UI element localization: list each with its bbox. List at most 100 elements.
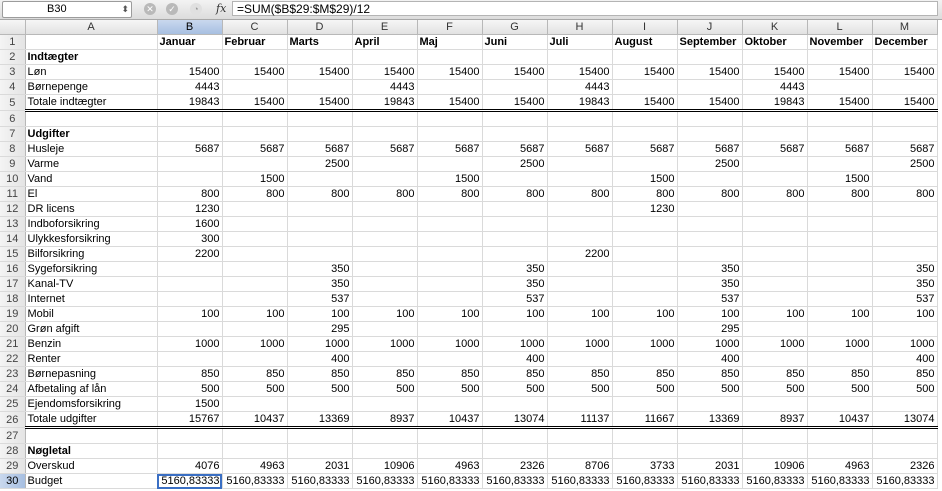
cell-f7[interactable]: [417, 126, 483, 142]
cell-c15[interactable]: [222, 246, 288, 262]
cell-g25[interactable]: [482, 396, 548, 412]
cell-a7[interactable]: Udgifter: [25, 126, 158, 142]
cell-b11[interactable]: 800: [157, 186, 223, 202]
cell-k17[interactable]: [742, 276, 808, 292]
cell-m24[interactable]: 500: [872, 381, 938, 397]
row-header[interactable]: 18: [0, 291, 26, 307]
cell-j27[interactable]: [677, 427, 743, 444]
cell-m17[interactable]: 350: [872, 276, 938, 292]
cell-b23[interactable]: 850: [157, 366, 223, 382]
cell-i19[interactable]: 100: [612, 306, 678, 322]
cell-f22[interactable]: [417, 351, 483, 367]
cell-b1[interactable]: Januar: [157, 34, 223, 50]
cell-j13[interactable]: [677, 216, 743, 232]
cell-k11[interactable]: 800: [742, 186, 808, 202]
cell-a6[interactable]: [25, 110, 158, 127]
column-header-c[interactable]: C: [222, 20, 288, 35]
cell-g10[interactable]: [482, 171, 548, 187]
cell-l25[interactable]: [807, 396, 873, 412]
cell-d14[interactable]: [287, 231, 353, 247]
cell-m6[interactable]: [872, 110, 938, 127]
cell-h26[interactable]: 11137: [547, 411, 613, 429]
cell-i15[interactable]: [612, 246, 678, 262]
row-header[interactable]: 10: [0, 171, 26, 187]
cell-h15[interactable]: 2200: [547, 246, 613, 262]
cell-g1[interactable]: Juni: [482, 34, 548, 50]
cell-l28[interactable]: [807, 443, 873, 459]
cell-j3[interactable]: 15400: [677, 64, 743, 80]
cell-j21[interactable]: 1000: [677, 336, 743, 352]
cell-h24[interactable]: 500: [547, 381, 613, 397]
row-header[interactable]: 22: [0, 351, 26, 367]
cell-l26[interactable]: 10437: [807, 411, 873, 429]
cell-l13[interactable]: [807, 216, 873, 232]
cell-e5[interactable]: 19843: [352, 94, 418, 112]
cell-j5[interactable]: 15400: [677, 94, 743, 112]
cell-j6[interactable]: [677, 110, 743, 127]
cell-i27[interactable]: [612, 427, 678, 444]
cell-m13[interactable]: [872, 216, 938, 232]
cell-c27[interactable]: [222, 427, 288, 444]
row-header[interactable]: 27: [0, 427, 26, 444]
cell-d15[interactable]: [287, 246, 353, 262]
cell-d28[interactable]: [287, 443, 353, 459]
cell-m10[interactable]: [872, 171, 938, 187]
cell-d9[interactable]: 2500: [287, 156, 353, 172]
cell-g11[interactable]: 800: [482, 186, 548, 202]
cell-a13[interactable]: Indboforsikring: [25, 216, 158, 232]
cell-k19[interactable]: 100: [742, 306, 808, 322]
cell-f25[interactable]: [417, 396, 483, 412]
cell-d22[interactable]: 400: [287, 351, 353, 367]
cell-i26[interactable]: 11667: [612, 411, 678, 429]
cell-m1[interactable]: December: [872, 34, 938, 50]
cell-k13[interactable]: [742, 216, 808, 232]
column-header-g[interactable]: G: [482, 20, 548, 35]
cell-d20[interactable]: 295: [287, 321, 353, 337]
cell-f20[interactable]: [417, 321, 483, 337]
cell-d27[interactable]: [287, 427, 353, 444]
column-header-m[interactable]: M: [872, 20, 938, 35]
cell-a11[interactable]: El: [25, 186, 158, 202]
cell-k20[interactable]: [742, 321, 808, 337]
cell-e28[interactable]: [352, 443, 418, 459]
row-header[interactable]: 9: [0, 156, 26, 172]
cell-i5[interactable]: 15400: [612, 94, 678, 112]
cell-l27[interactable]: [807, 427, 873, 444]
fx-icon[interactable]: fx: [216, 2, 226, 15]
cell-b27[interactable]: [157, 427, 223, 444]
cell-g9[interactable]: 2500: [482, 156, 548, 172]
cell-k15[interactable]: [742, 246, 808, 262]
row-header[interactable]: 21: [0, 336, 26, 352]
cell-h19[interactable]: 100: [547, 306, 613, 322]
cell-d16[interactable]: 350: [287, 261, 353, 277]
cell-j15[interactable]: [677, 246, 743, 262]
cell-e10[interactable]: [352, 171, 418, 187]
cell-c20[interactable]: [222, 321, 288, 337]
cell-b22[interactable]: [157, 351, 223, 367]
cell-k23[interactable]: 850: [742, 366, 808, 382]
cell-m5[interactable]: 15400: [872, 94, 938, 112]
cell-i11[interactable]: 800: [612, 186, 678, 202]
cell-b28[interactable]: [157, 443, 223, 459]
cell-f27[interactable]: [417, 427, 483, 444]
row-header[interactable]: 25: [0, 396, 26, 412]
cell-f4[interactable]: [417, 79, 483, 95]
cell-c26[interactable]: 10437: [222, 411, 288, 429]
cell-l7[interactable]: [807, 126, 873, 142]
cell-m21[interactable]: 1000: [872, 336, 938, 352]
cell-l23[interactable]: 850: [807, 366, 873, 382]
cell-i12[interactable]: 1230: [612, 201, 678, 217]
cell-d8[interactable]: 5687: [287, 141, 353, 157]
cell-b17[interactable]: [157, 276, 223, 292]
cell-m29[interactable]: 2326: [872, 458, 938, 474]
cell-m18[interactable]: 537: [872, 291, 938, 307]
row-header[interactable]: 12: [0, 201, 26, 217]
cell-m2[interactable]: [872, 49, 938, 65]
cell-a26[interactable]: Totale udgifter: [25, 411, 158, 429]
cell-d11[interactable]: 800: [287, 186, 353, 202]
cell-h14[interactable]: [547, 231, 613, 247]
cell-e13[interactable]: [352, 216, 418, 232]
cell-j30[interactable]: 5160,83333: [677, 473, 743, 489]
cell-a21[interactable]: Benzin: [25, 336, 158, 352]
cell-m7[interactable]: [872, 126, 938, 142]
